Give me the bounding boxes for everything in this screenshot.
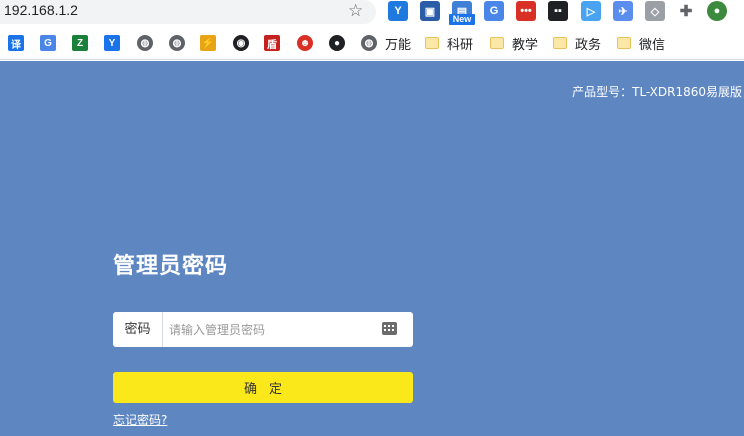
- face-icon: ☻: [297, 35, 313, 51]
- bookmark-label: 万能: [385, 37, 412, 53]
- folder-icon: [553, 37, 567, 49]
- bookmark-item[interactable]: 政务: [553, 34, 602, 53]
- password-field-row: 密码: [113, 312, 413, 347]
- new-badge: New: [449, 14, 475, 25]
- browser-toolbar: 192.168.1.2 ☆ Y ▣ ▤ New G ••• ▪▪ ▷ ✈ ◇ ✚ ●: [0, 0, 744, 26]
- keyboard-icon[interactable]: [382, 322, 397, 335]
- address-bar[interactable]: 192.168.1.2 ☆: [0, 0, 376, 24]
- bookmark-item[interactable]: ◍ 万能: [361, 34, 412, 53]
- bookmark-label: 教学: [512, 37, 539, 53]
- z-icon: Z: [72, 35, 88, 51]
- y-icon: Y: [104, 35, 120, 51]
- bookmark-item[interactable]: ☻: [297, 34, 313, 52]
- bookmark-item[interactable]: 盾: [264, 34, 280, 52]
- bookmark-item[interactable]: ◍: [169, 34, 185, 52]
- bolt-icon: ⚡: [200, 35, 216, 51]
- extension-1-icon[interactable]: Y: [388, 1, 408, 21]
- bookmark-label: 政务: [575, 37, 602, 53]
- extension-dots-icon[interactable]: •••: [516, 1, 536, 21]
- bookmark-label: 微信: [639, 37, 666, 53]
- seal-icon: 盾: [264, 35, 280, 51]
- confirm-button[interactable]: 确定: [113, 372, 413, 403]
- translate-icon: 译: [8, 35, 24, 51]
- router-login-page: 产品型号：TL-XDR1860易展版 管理员密码 密码 确定 忘记密码?: [0, 61, 744, 436]
- bookmark-item[interactable]: G: [40, 34, 56, 52]
- password-label: 密码: [113, 312, 163, 347]
- folder-icon: [617, 37, 631, 49]
- bookmark-item[interactable]: ●: [329, 34, 345, 52]
- profile-avatar-icon[interactable]: ●: [707, 1, 727, 21]
- bookmark-item[interactable]: 教学: [490, 34, 539, 53]
- extension-shield-icon[interactable]: ◇: [645, 1, 665, 21]
- bookmark-label: 科研: [447, 37, 474, 53]
- extension-save-icon[interactable]: ▣: [420, 1, 440, 21]
- globe-icon: ◍: [137, 35, 153, 51]
- globe-icon: ◍: [361, 35, 377, 51]
- extension-panel-icon[interactable]: ▪▪: [548, 1, 568, 21]
- bookmark-item[interactable]: 译: [8, 34, 24, 52]
- eye-icon: ◉: [233, 35, 249, 51]
- github-icon: ●: [329, 35, 345, 51]
- url-text[interactable]: 192.168.1.2: [4, 2, 78, 18]
- bookmark-item[interactable]: Z: [72, 34, 88, 52]
- bookmark-star-icon[interactable]: ☆: [348, 1, 363, 21]
- extensions-puzzle-icon[interactable]: ✚: [676, 1, 696, 21]
- bookmark-item[interactable]: ◉: [233, 34, 249, 52]
- bookmark-item[interactable]: 微信: [617, 34, 666, 53]
- bookmark-item[interactable]: Y: [104, 34, 120, 52]
- folder-icon: [425, 37, 439, 49]
- forgot-password-link[interactable]: 忘记密码?: [113, 411, 167, 428]
- password-input[interactable]: [164, 312, 374, 347]
- globe-icon: ◍: [169, 35, 185, 51]
- extension-translate-icon[interactable]: G: [484, 1, 504, 21]
- bookmarks-bar: 译 G Z Y ◍ ◍ ⚡ ◉ 盾 ☻ ● ◍ 万能 科研 教学 政务 微信: [0, 26, 744, 60]
- bookmark-item[interactable]: ◍: [137, 34, 153, 52]
- product-model-label: 产品型号：TL-XDR1860易展版: [572, 85, 742, 99]
- folder-icon: [490, 37, 504, 49]
- bookmark-item[interactable]: 科研: [425, 34, 474, 53]
- page-title: 管理员密码: [113, 254, 229, 279]
- extension-play-icon[interactable]: ▷: [581, 1, 601, 21]
- bookmark-item[interactable]: ⚡: [200, 34, 216, 52]
- google-translate-icon: G: [40, 35, 56, 51]
- extension-bird-icon[interactable]: ✈: [613, 1, 633, 21]
